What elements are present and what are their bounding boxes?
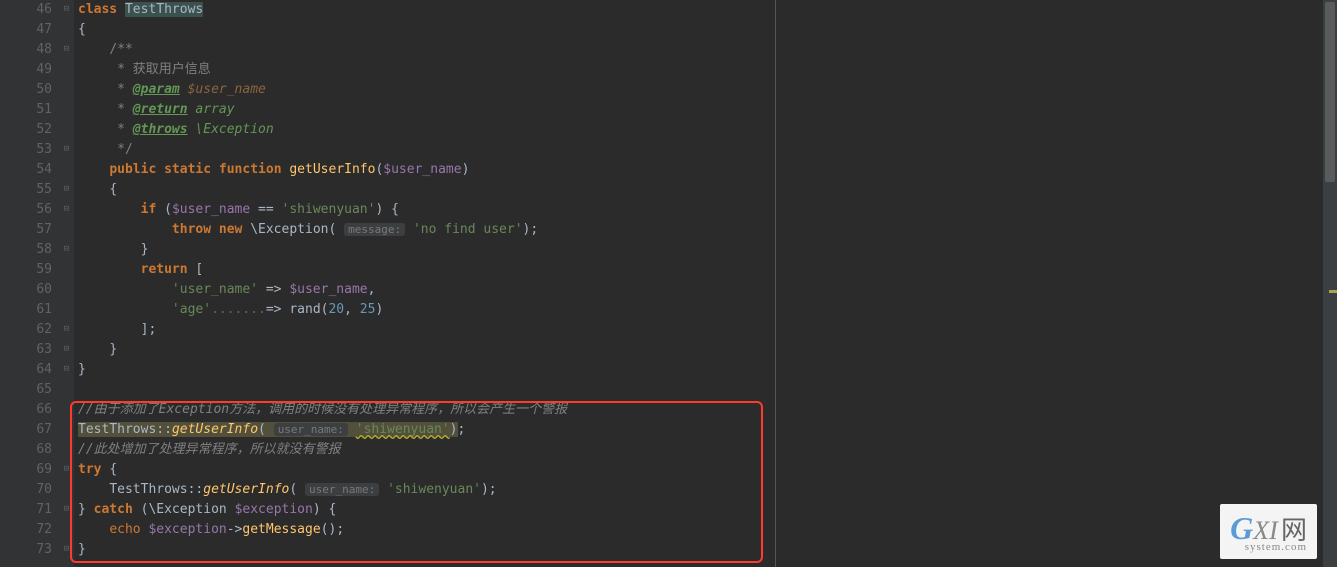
line-number[interactable]: 61 — [0, 300, 52, 320]
fold-end-icon[interactable]: ⊟ — [62, 145, 71, 154]
line-number[interactable]: 67 — [0, 420, 52, 440]
line-number[interactable]: 48 — [0, 40, 52, 60]
line-number[interactable]: 69 — [0, 460, 52, 480]
code-content[interactable]: class TestThrows { /** * 获取用户信息 * @param… — [74, 0, 775, 567]
code-line[interactable]: { — [78, 180, 775, 200]
code-line[interactable]: return [ — [78, 260, 775, 280]
code-line[interactable]: * @param $user_name — [78, 80, 775, 100]
line-number[interactable]: 60 — [0, 280, 52, 300]
code-line[interactable]: if ($user_name == 'shiwenyuan') { — [78, 200, 775, 220]
code-line[interactable]: } — [78, 540, 775, 560]
fold-end-icon[interactable]: ⊟ — [62, 245, 71, 254]
code-line[interactable] — [78, 380, 775, 400]
line-number[interactable]: 51 — [0, 100, 52, 120]
code-line[interactable]: //由于添加了Exception方法，调用的时候没有处理异常程序，所以会产生一个… — [78, 400, 775, 420]
line-number[interactable]: 63 — [0, 340, 52, 360]
watermark-logo: GXI 网 system.com — [1220, 504, 1317, 559]
line-number[interactable]: 58 — [0, 240, 52, 260]
fold-toggle-icon[interactable]: ⊟ — [62, 185, 71, 194]
line-number[interactable]: 46 — [0, 0, 52, 20]
code-line[interactable]: * @return array — [78, 100, 775, 120]
fold-end-icon[interactable]: ⊟ — [62, 545, 71, 554]
scrollbar-thumb[interactable] — [1325, 2, 1335, 182]
fold-toggle-icon[interactable]: ⊟ — [62, 205, 71, 214]
code-line[interactable]: echo $exception->getMessage(); — [78, 520, 775, 540]
fold-toggle-icon[interactable]: ⊟ — [62, 5, 71, 14]
line-number[interactable]: 50 — [0, 80, 52, 100]
parameter-hint: message: — [344, 223, 405, 236]
code-line[interactable]: } — [78, 360, 775, 380]
line-number[interactable]: 66 — [0, 400, 52, 420]
line-number[interactable]: 52 — [0, 120, 52, 140]
code-line[interactable]: ]; — [78, 320, 775, 340]
fold-column[interactable]: ⊟ ⊟ ⊟ ⊟ ⊟ ⊟ ⊟ ⊟ ⊟ ⊟ ⊟ ⊟ — [60, 0, 74, 567]
line-number[interactable]: 59 — [0, 260, 52, 280]
line-number[interactable]: 49 — [0, 60, 52, 80]
line-number[interactable]: 68 — [0, 440, 52, 460]
parameter-hint: user_name: — [305, 483, 379, 496]
code-line[interactable]: * 获取用户信息 — [78, 60, 775, 80]
editor-left-pane: 46 47 48 49 50 51 52 53 54 55 56 57 58 5… — [0, 0, 775, 567]
code-line[interactable]: throw new \Exception( message: 'no find … — [78, 220, 775, 240]
line-number[interactable]: 73 — [0, 540, 52, 560]
code-line[interactable]: } — [78, 240, 775, 260]
vertical-scrollbar[interactable] — [1323, 0, 1337, 567]
line-number[interactable]: 56 — [0, 200, 52, 220]
code-line[interactable]: TestThrows::getUserInfo( user_name: 'shi… — [78, 480, 775, 500]
code-line[interactable]: /** — [78, 40, 775, 60]
fold-end-icon[interactable]: ⊟ — [62, 505, 71, 514]
line-number[interactable]: 53 — [0, 140, 52, 160]
fold-end-icon[interactable]: ⊟ — [62, 345, 71, 354]
code-line[interactable]: { — [78, 20, 775, 40]
fold-toggle-icon[interactable]: ⊟ — [62, 465, 71, 474]
code-line[interactable]: } — [78, 340, 775, 360]
line-number[interactable]: 64 — [0, 360, 52, 380]
line-number[interactable]: 47 — [0, 20, 52, 40]
line-number[interactable]: 72 — [0, 520, 52, 540]
code-line[interactable]: 'user_name' => $user_name, — [78, 280, 775, 300]
line-number[interactable]: 70 — [0, 480, 52, 500]
code-line[interactable]: //此处增加了处理异常程序，所以就没有警报 — [78, 440, 775, 460]
code-line[interactable]: */ — [78, 140, 775, 160]
line-number-gutter[interactable]: 46 47 48 49 50 51 52 53 54 55 56 57 58 5… — [0, 0, 60, 567]
fold-end-icon[interactable]: ⊟ — [62, 325, 71, 334]
parameter-hint: user_name: — [274, 423, 348, 436]
editor-right-split — [775, 0, 1323, 567]
code-line[interactable]: * @throws \Exception — [78, 120, 775, 140]
code-line[interactable]: 'age'.......=> rand(20, 25) — [78, 300, 775, 320]
line-number[interactable]: 62 — [0, 320, 52, 340]
line-number[interactable]: 54 — [0, 160, 52, 180]
code-line[interactable]: class TestThrows — [78, 0, 775, 20]
code-line[interactable]: TestThrows::getUserInfo( user_name: 'shi… — [78, 420, 775, 440]
line-number[interactable]: 57 — [0, 220, 52, 240]
code-editor: 46 47 48 49 50 51 52 53 54 55 56 57 58 5… — [0, 0, 1337, 567]
code-line[interactable]: } catch (\Exception $exception) { — [78, 500, 775, 520]
line-number[interactable]: 65 — [0, 380, 52, 400]
line-number[interactable]: 71 — [0, 500, 52, 520]
fold-toggle-icon[interactable]: ⊟ — [62, 45, 71, 54]
line-number[interactable]: 55 — [0, 180, 52, 200]
code-line[interactable]: public static function getUserInfo($user… — [78, 160, 775, 180]
code-line[interactable]: try { — [78, 460, 775, 480]
warning-stripe-marker[interactable] — [1329, 290, 1337, 293]
fold-end-icon[interactable]: ⊟ — [62, 365, 71, 374]
